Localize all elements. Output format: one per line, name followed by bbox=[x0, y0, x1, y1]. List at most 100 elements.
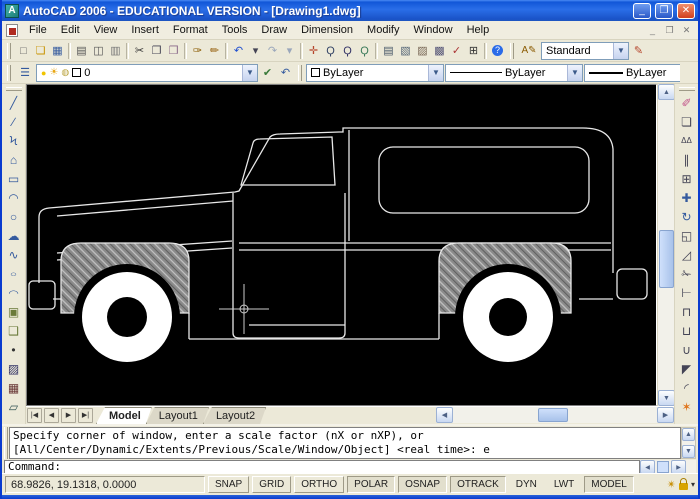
layer-freeze-icon[interactable]: ☀ bbox=[49, 67, 58, 78]
scroll-right-icon[interactable]: ▶ bbox=[671, 460, 686, 474]
vertical-scrollbar[interactable]: ▲ ▼ bbox=[657, 84, 674, 406]
horizontal-scroll-thumb[interactable] bbox=[538, 408, 568, 422]
toggle-dyn[interactable]: DYN bbox=[509, 476, 544, 493]
save-icon[interactable]: ▦ bbox=[49, 42, 66, 60]
toggle-otrack[interactable]: OTRACK bbox=[450, 476, 506, 493]
pan-realtime-icon[interactable]: ✛ bbox=[305, 42, 322, 60]
layer-properties-manager-button[interactable]: ☰ bbox=[15, 64, 35, 82]
zoom-window-icon[interactable]: Ϙ bbox=[339, 42, 356, 60]
erase-icon[interactable]: ✐ bbox=[677, 93, 697, 112]
text-style-manager-button[interactable]: A✎ bbox=[518, 42, 540, 60]
publish-icon[interactable]: ▥ bbox=[107, 42, 124, 60]
toolbar-grip[interactable] bbox=[679, 87, 695, 91]
toggle-ortho[interactable]: ORTHO bbox=[294, 476, 344, 493]
menu-window[interactable]: Window bbox=[406, 22, 459, 38]
quickcalc-icon[interactable]: ⊞ bbox=[465, 42, 482, 60]
close-button[interactable]: ✕ bbox=[677, 3, 695, 19]
horizontal-scroll-track[interactable] bbox=[453, 407, 657, 423]
command-hscrollbar[interactable]: ◀ ▶ bbox=[640, 460, 696, 474]
redo-dropdown-icon[interactable]: ▾ bbox=[281, 42, 298, 60]
hatch-icon[interactable]: ▨ bbox=[4, 359, 24, 378]
trim-icon[interactable]: ✁ bbox=[677, 264, 697, 283]
layer-combo[interactable]: ● ☀ ◍ 0 ▼ bbox=[36, 64, 258, 82]
command-window-grip[interactable] bbox=[4, 427, 8, 459]
minimize-button[interactable]: _ bbox=[633, 3, 651, 19]
undo-dropdown-icon[interactable]: ▾ bbox=[247, 42, 264, 60]
scroll-up-icon[interactable]: ▲ bbox=[682, 428, 695, 441]
coordinates-readout[interactable]: 68.9826, 19.1318, 0.0000 bbox=[5, 476, 205, 493]
status-menu-dropdown-icon[interactable]: ▾ bbox=[691, 480, 695, 489]
markup-manager-icon[interactable]: ✓ bbox=[448, 42, 465, 60]
menu-tools[interactable]: Tools bbox=[215, 22, 255, 38]
chevron-down-icon[interactable]: ▼ bbox=[613, 43, 628, 59]
menu-file[interactable]: File bbox=[22, 22, 54, 38]
designcenter-icon[interactable]: ▧ bbox=[397, 42, 414, 60]
menu-draw[interactable]: Draw bbox=[254, 22, 294, 38]
scroll-up-icon[interactable]: ▲ bbox=[658, 84, 675, 100]
sheetset-manager-icon[interactable]: ▩ bbox=[431, 42, 448, 60]
new-icon[interactable]: □ bbox=[15, 42, 32, 60]
cut-icon[interactable]: ✂ bbox=[131, 42, 148, 60]
chevron-down-icon[interactable]: ▼ bbox=[567, 65, 582, 81]
menu-edit[interactable]: Edit bbox=[54, 22, 87, 38]
explode-icon[interactable]: ✶ bbox=[677, 397, 697, 416]
stretch-icon[interactable]: ◿ bbox=[677, 245, 697, 264]
polygon-icon[interactable]: ⌂ bbox=[4, 150, 24, 169]
make-object-layer-current-button[interactable]: ✔ bbox=[259, 64, 276, 82]
tab-nav-last[interactable]: ▶| bbox=[78, 408, 93, 423]
break-at-point-icon[interactable]: ⊓ bbox=[677, 302, 697, 321]
properties-icon[interactable]: ▤ bbox=[380, 42, 397, 60]
scale-icon[interactable]: ◱ bbox=[677, 226, 697, 245]
move-icon[interactable]: ✚ bbox=[677, 188, 697, 207]
line-icon[interactable]: ╱ bbox=[4, 93, 24, 112]
toolbar-grip[interactable] bbox=[510, 43, 514, 59]
vertical-scroll-track[interactable] bbox=[658, 100, 674, 390]
menu-help[interactable]: Help bbox=[460, 22, 497, 38]
command-history[interactable]: Specify corner of window, enter a scale … bbox=[9, 427, 681, 459]
toggle-osnap[interactable]: OSNAP bbox=[398, 476, 447, 493]
toolbar-grip[interactable] bbox=[6, 87, 22, 91]
tab-nav-first[interactable]: |◀ bbox=[27, 408, 42, 423]
copy-icon[interactable]: ❐ bbox=[148, 42, 165, 60]
make-block-icon[interactable]: ❑ bbox=[4, 321, 24, 340]
gradient-icon[interactable]: ▦ bbox=[4, 378, 24, 397]
scroll-left-icon[interactable]: ◀ bbox=[436, 407, 453, 423]
menu-modify[interactable]: Modify bbox=[360, 22, 406, 38]
extend-icon[interactable]: ⊢ bbox=[677, 283, 697, 302]
toggle-polar[interactable]: POLAR bbox=[347, 476, 395, 493]
toolbar-grip[interactable] bbox=[7, 65, 11, 81]
break-icon[interactable]: ⊔ bbox=[677, 321, 697, 340]
tab-nav-next[interactable]: ▶ bbox=[61, 408, 76, 423]
tab-model[interactable]: Model bbox=[96, 407, 152, 424]
region-icon[interactable]: ▱ bbox=[4, 397, 24, 416]
tool-palettes-icon[interactable]: ▨ bbox=[414, 42, 431, 60]
scroll-right-icon[interactable]: ▶ bbox=[657, 407, 674, 423]
block-editor-icon[interactable]: ✏ bbox=[206, 42, 223, 60]
menu-format[interactable]: Format bbox=[166, 22, 215, 38]
fillet-icon[interactable]: ◜ bbox=[677, 378, 697, 397]
rotate-icon[interactable]: ↻ bbox=[677, 207, 697, 226]
insert-block-icon[interactable]: ▣ bbox=[4, 302, 24, 321]
spline-icon[interactable]: ∿ bbox=[4, 245, 24, 264]
redo-icon[interactable]: ↷ bbox=[264, 42, 281, 60]
arc-icon[interactable]: ◠ bbox=[4, 188, 24, 207]
toggle-snap[interactable]: SNAP bbox=[208, 476, 249, 493]
ellipse-arc-icon[interactable]: ◠ bbox=[4, 283, 24, 302]
zoom-realtime-icon[interactable]: Ϙ bbox=[322, 42, 339, 60]
plot-icon[interactable]: ▤ bbox=[73, 42, 90, 60]
command-scrollbar[interactable]: ▲ ▼ bbox=[681, 427, 696, 459]
chevron-down-icon[interactable]: ▼ bbox=[242, 65, 257, 81]
copy-object-icon[interactable]: ❏ bbox=[677, 112, 697, 131]
toggle-grid[interactable]: GRID bbox=[252, 476, 291, 493]
app-icon[interactable]: A bbox=[5, 4, 19, 18]
layer-lock-icon[interactable]: ◍ bbox=[61, 67, 69, 78]
menu-insert[interactable]: Insert bbox=[124, 22, 166, 38]
layer-previous-button[interactable]: ↶ bbox=[277, 64, 294, 82]
vertical-scroll-thumb[interactable] bbox=[659, 230, 674, 288]
mdi-close-button[interactable]: ✕ bbox=[679, 24, 694, 37]
tab-nav-prev[interactable]: ◀ bbox=[44, 408, 59, 423]
toolbar-grip[interactable] bbox=[7, 43, 11, 59]
toolbar-lock-icon[interactable] bbox=[679, 483, 688, 490]
color-combo[interactable]: ByLayer ▼ bbox=[306, 64, 444, 82]
undo-icon[interactable]: ↶ bbox=[230, 42, 247, 60]
